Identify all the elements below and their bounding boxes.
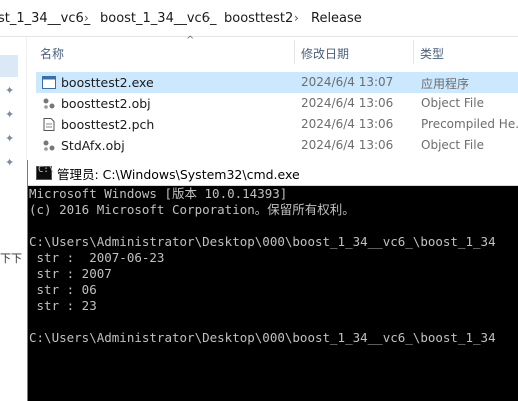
console-line: (c) 2016 Microsoft Corporation。保留所有权利。 [29,202,355,217]
console-icon[interactable]: C:\ [36,165,54,180]
column-header-date[interactable]: 修改日期 [301,45,349,62]
file-name: StdAfx.obj [61,138,125,153]
breadcrumb[interactable]: st_1_34__vc6_ › boost_1_34__vc6_ › boost… [0,0,518,37]
cmd-window[interactable]: C:\ 管理员: C:\Windows\System32\cmd.exe Mic… [28,160,518,401]
file-name: boosttest2.pch [61,117,155,132]
file-date: 2024/6/4 13:06 [301,117,394,131]
pin-icon[interactable]: ✦ [5,109,17,121]
file-date: 2024/6/4 13:06 [301,138,394,152]
breadcrumb-item[interactable]: Release [311,11,362,26]
file-type: Object File [421,138,484,152]
breadcrumb-item[interactable]: st_1_34__vc6_ [0,11,90,26]
file-date: 2024/6/4 13:06 [301,96,394,110]
chevron-right-icon[interactable]: › [84,11,89,25]
sort-ascending-icon: ^ [186,35,195,46]
console-line: str : 23 [29,298,97,313]
pin-icon[interactable]: ✦ [5,157,17,169]
console-line: Microsoft Windows [版本 10.0.14393] [29,186,288,201]
cmd-window-title: 管理员: C:\Windows\System32\cmd.exe [57,167,300,182]
chevron-right-icon[interactable]: › [206,11,211,25]
column-headers: ^ 名称 修改日期 类型 [26,35,518,67]
pin-icon[interactable]: ✦ [5,85,17,97]
background-text-fragment: 下下 [0,252,22,265]
file-row[interactable]: StdAfx.obj 2024/6/4 13:06 Object File [36,135,518,156]
file-row[interactable]: boosttest2.pch 2024/6/4 13:06 Precompile… [36,114,518,135]
file-type: Object File [421,96,484,110]
navigation-pane: ✦ ✦ ✦ ✦ [0,37,27,169]
file-row[interactable]: boosttest2.exe 2024/6/4 13:07 应用程序 [36,72,518,93]
console-line: str : 06 [29,282,97,297]
column-divider[interactable] [294,40,295,64]
console-output[interactable]: Microsoft Windows [版本 10.0.14393] (c) 20… [28,186,518,401]
obj-icon [43,98,55,109]
console-line: C:\Users\Administrator\Desktop\000\boost… [29,330,496,345]
file-type: 应用程序 [421,77,470,91]
pch-icon [43,118,55,131]
file-type: Precompiled He... [421,117,518,131]
breadcrumb-item[interactable]: boost_1_34__vc6_ [100,11,216,26]
chevron-right-icon[interactable]: › [294,11,299,25]
pin-icon[interactable]: ✦ [5,133,17,145]
console-line: str : 2007 [29,266,112,281]
nav-selected-item[interactable] [0,55,18,77]
obj-icon [43,140,55,151]
exe-icon [42,76,56,89]
cmd-titlebar[interactable]: C:\ 管理员: C:\Windows\System32\cmd.exe [28,160,518,186]
breadcrumb-item[interactable]: boosttest2 [224,11,293,26]
console-line: C:\Users\Administrator\Desktop\000\boost… [29,234,496,249]
column-header-type[interactable]: 类型 [420,45,444,62]
column-divider[interactable] [413,40,414,64]
console-line: str : 2007-06-23 [29,250,165,265]
file-name: boosttest2.exe [61,75,154,90]
file-name: boosttest2.obj [61,96,151,111]
file-explorer-window: st_1_34__vc6_ › boost_1_34__vc6_ › boost… [0,0,518,169]
column-header-name[interactable]: 名称 [40,45,64,62]
file-date: 2024/6/4 13:07 [301,75,394,89]
file-row[interactable]: boosttest2.obj 2024/6/4 13:06 Object Fil… [36,93,518,114]
